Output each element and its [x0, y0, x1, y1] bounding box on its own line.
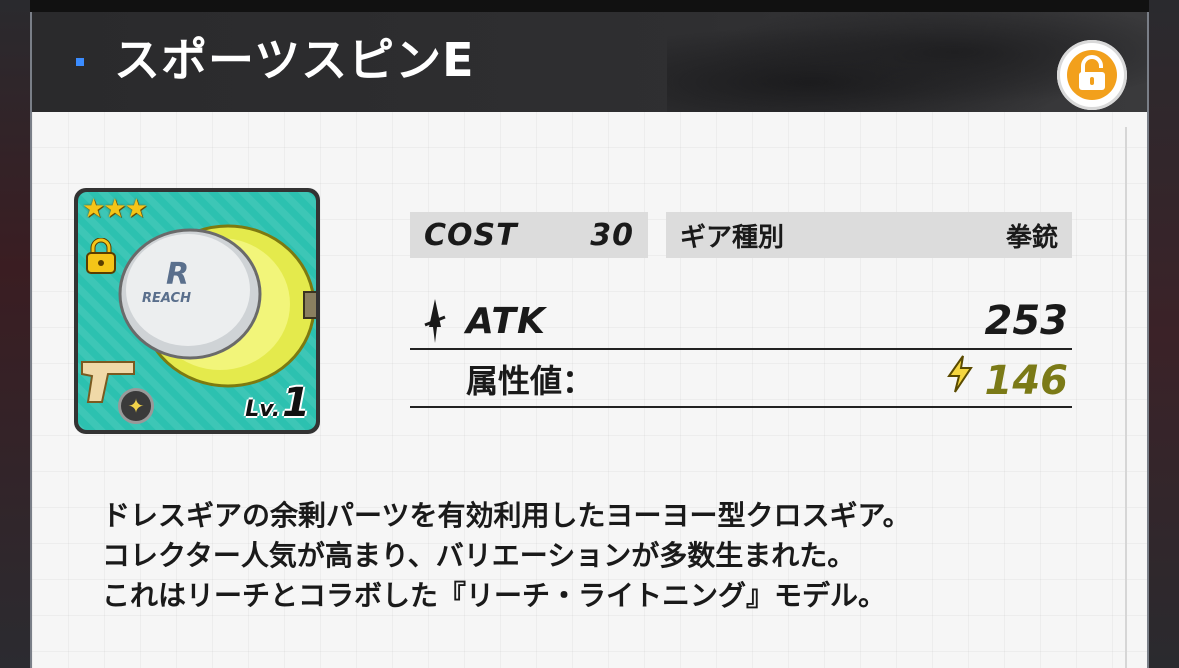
item-description: ドレスギアの余剰パーツを有効利用したヨーヨー型クロスギア。 コレクター人気が高ま…	[102, 496, 1102, 616]
sword-icon	[410, 297, 466, 345]
element-value-group: 146	[945, 354, 1073, 404]
background-left	[0, 0, 30, 668]
element-value: 146	[984, 358, 1069, 404]
gear-type-label: ギア種別	[680, 222, 785, 253]
panel-divider	[1125, 127, 1127, 668]
level-number: 1	[282, 380, 310, 426]
attribute-star-icon: ✦	[118, 388, 154, 424]
top-edge	[0, 0, 1179, 12]
item-icon-inner: ★★★ R REACH ✦ Lv.1	[78, 192, 316, 430]
description-line: コレクター人気が高まり、バリエーションが多数生まれた。	[102, 539, 856, 572]
description-line: ドレスギアの余剰パーツを有効利用したヨーヨー型クロスギア。	[102, 499, 911, 532]
atk-label: ATK	[466, 300, 546, 342]
gear-type-strip: ギア種別 拳銃	[666, 212, 1072, 258]
item-title: スポーツスピンE	[114, 33, 475, 87]
cost-value: 30	[590, 217, 634, 253]
description-line: これはリーチとコラボした『リーチ・ライトニング』モデル。	[102, 579, 887, 612]
cost-strip: COST 30	[410, 212, 648, 258]
atk-row: ATK 253	[410, 294, 1072, 350]
cost-label: COST	[424, 217, 518, 253]
atk-value: 253	[984, 298, 1069, 344]
gear-type-value: 拳銃	[1005, 222, 1058, 253]
lightning-icon	[946, 355, 973, 393]
element-label: 属性値：	[466, 362, 595, 400]
element-row: 属性値： 146	[410, 352, 1072, 408]
level-prefix: Lv.	[245, 397, 281, 422]
background-right	[1149, 0, 1179, 668]
panel-header: スポーツスピンE	[32, 12, 1147, 112]
item-level: Lv.1	[245, 380, 310, 426]
reach-logo-text: REACH	[142, 291, 191, 306]
header-bullet	[76, 58, 84, 66]
yoyo-gear-image: R REACH	[118, 224, 316, 388]
lock-toggle-button[interactable]	[1057, 40, 1127, 110]
item-icon-card[interactable]: ★★★ R REACH ✦ Lv.1	[74, 188, 320, 434]
lock-open-icon	[1067, 50, 1117, 100]
svg-text:R: R	[166, 257, 189, 292]
